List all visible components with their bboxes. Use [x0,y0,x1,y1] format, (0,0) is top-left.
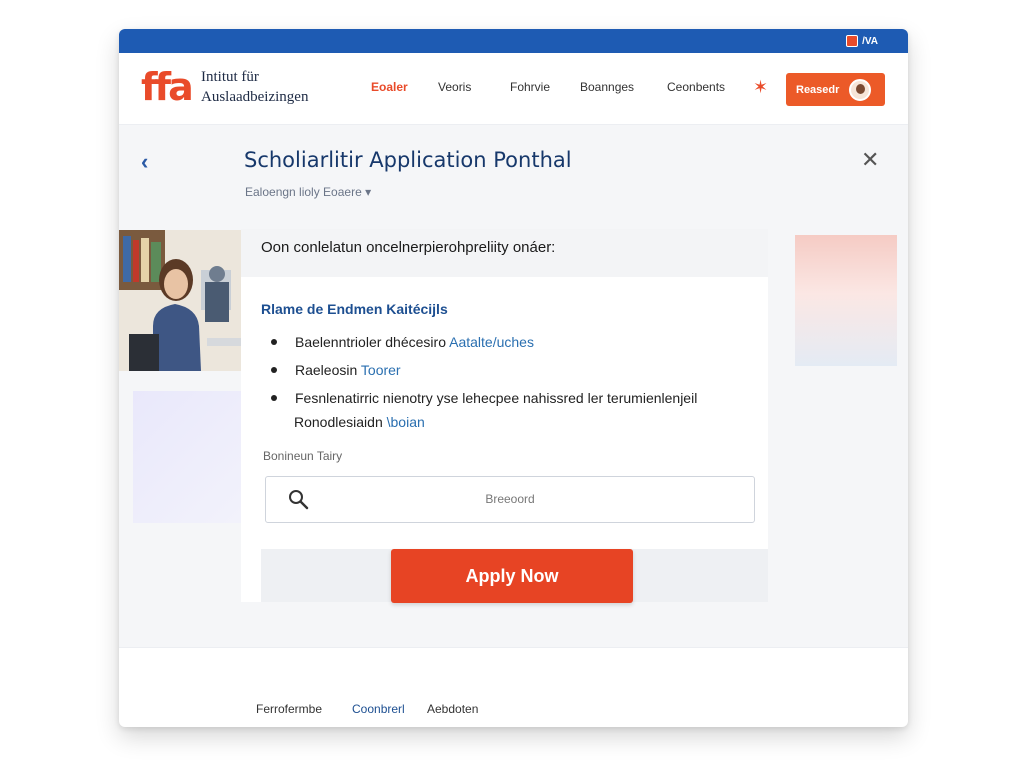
requirement-text: Raeleosin [295,362,361,378]
footer-link-3[interactable]: Aebdoten [427,702,478,716]
back-icon[interactable]: ‹ [141,149,148,175]
nav-item-4[interactable]: Boannges [580,80,634,94]
page-title: Scholiarlitir Application Ponthal [244,148,572,172]
avatar [849,78,872,101]
requirement-continued: Ronodlesiaidn \boian [294,409,425,435]
breadcrumb[interactable]: Ealoengn lioly Eoaere ▾ [245,185,371,199]
login-button[interactable]: Reasedr [786,73,885,106]
login-button-label: Reasedr [796,83,840,96]
list-item: Baelenntrioler dhécesiro Aatalte/uches [271,328,697,356]
list-item: Fesnlenatirric nienotry yse lehecpee nah… [271,384,697,412]
language-label: /VA [862,35,878,47]
requirement-link[interactable]: \boian [387,414,425,430]
nav-item-3[interactable]: Fohrvie [510,80,550,94]
site-header: ffa Intitut für Auslaadbeizingen Eoaler … [119,53,908,125]
decorative-card-right [795,235,897,366]
star-icon[interactable]: ✶ [753,77,768,98]
apply-now-button[interactable]: Apply Now [391,549,633,603]
app-window: /VA ffa Intitut für Auslaadbeizingen Eoa… [119,29,908,727]
list-item: Raeleosin Toorer [271,356,697,384]
footer-divider [119,647,908,648]
main-nav: Eoaler Veoris Fohrvie Boannges Ceonbents… [119,53,908,125]
decorative-card-left [133,391,241,523]
panel-header: Oon conlelatun oncelnerpierohpreliity on… [241,229,768,277]
apply-row: Apply Now [261,549,768,603]
nav-item-2[interactable]: Veoris [438,80,471,94]
top-utility-bar: /VA [119,29,908,53]
nav-item-1[interactable]: Eoaler [371,80,408,94]
person-photo-graphic [119,230,241,371]
requirement-text: Baelenntrioler dhécesiro [295,334,450,350]
requirement-text: Fesnlenatirric nienotry yse lehecpee nah… [295,390,698,406]
footer-link-2[interactable]: Coonbrerl [352,702,405,716]
search-input[interactable]: Breeoord [265,476,755,523]
requirement-link[interactable]: Toorer [361,362,401,378]
footer-link-1[interactable]: Ferrofermbe [256,702,322,716]
requirements-list: Baelenntrioler dhécesiro Aatalte/uches R… [271,328,697,412]
nav-item-5[interactable]: Ceonbents [667,80,725,94]
field-label: Bonineun Tairy [263,449,343,463]
close-icon[interactable]: ✕ [861,147,879,173]
flag-icon [846,35,859,47]
language-badge[interactable]: /VA [846,35,878,47]
panel-question: Oon conlelatun oncelnerpierohpreliity on… [261,239,556,256]
requirement-text: Ronodlesiaidn [294,414,387,430]
profile-photo [119,230,241,371]
application-panel: Oon conlelatun oncelnerpierohpreliity on… [241,229,768,603]
section-title: Rlame de Endmen Kaitécijls [261,301,448,317]
search-input-value: Breeoord [485,492,535,506]
requirement-link[interactable]: Aatalte/uches [449,334,534,350]
